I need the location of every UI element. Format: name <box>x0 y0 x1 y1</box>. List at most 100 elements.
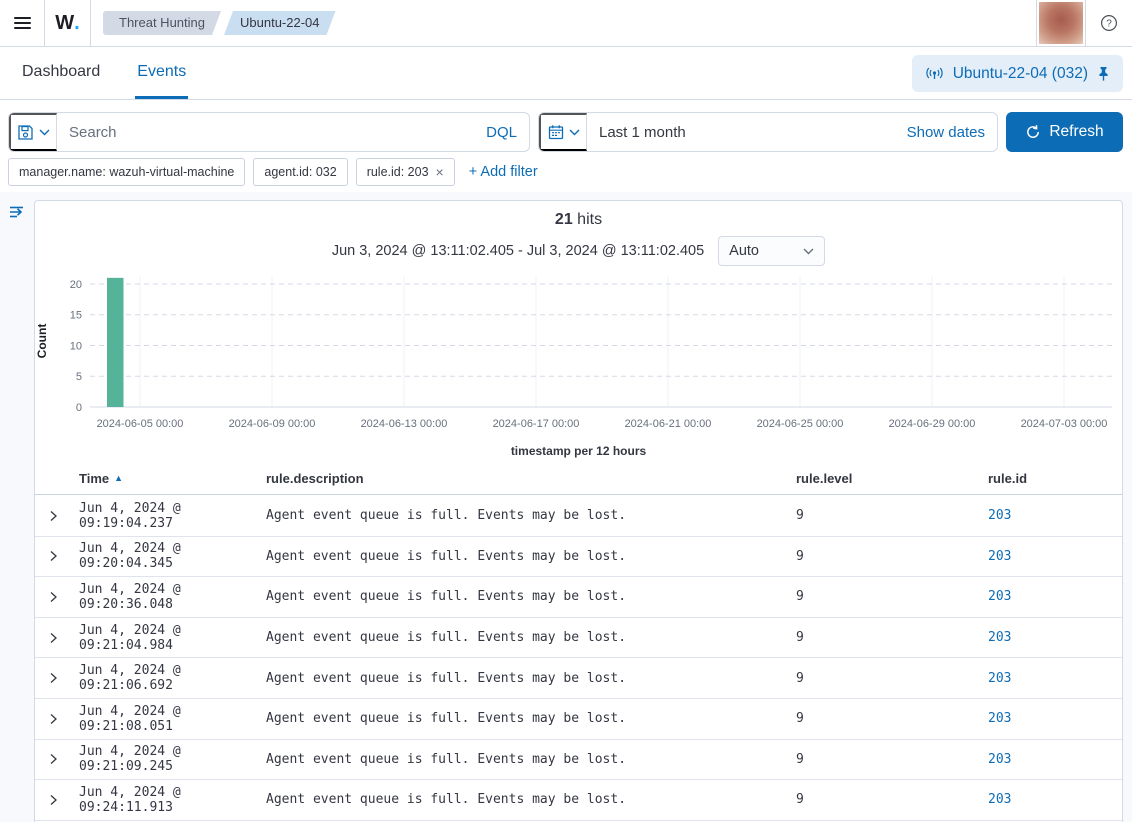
tab[interactable]: Events <box>135 47 189 99</box>
y-axis-title: Count <box>35 323 49 359</box>
row-description: Agent event queue is full. Events may be… <box>266 711 627 727</box>
expand-row-button[interactable] <box>48 550 59 562</box>
tab[interactable]: Dashboard <box>20 47 102 99</box>
svg-text:?: ? <box>1106 19 1112 30</box>
search-input[interactable] <box>57 123 475 141</box>
logo-dot: . <box>74 11 80 34</box>
agent-selector-chip[interactable]: Ubuntu-22-04 (032) <box>911 55 1123 92</box>
row-level: 9 <box>796 670 804 686</box>
refresh-icon <box>1027 125 1040 138</box>
row-time: Jun 4, 2024 @ 09:24:11.913 <box>79 784 181 815</box>
interval-select[interactable]: Auto <box>718 236 826 266</box>
row-level: 9 <box>796 508 804 524</box>
histogram-bar[interactable] <box>107 277 124 407</box>
events-panel: 21 hits Jun 3, 2024 @ 13:11:02.405 - Jul… <box>34 200 1123 822</box>
app-root: W. Threat Hunting Ubuntu-22-04 ? Dashboar… <box>0 0 1132 822</box>
expand-row-button[interactable] <box>48 753 59 765</box>
rule-id-link[interactable]: 203 <box>988 792 1011 807</box>
chevron-down-icon <box>803 248 814 254</box>
refresh-label: Refresh <box>1049 123 1104 140</box>
filter-pill[interactable]: rule.id: 203 × <box>355 158 455 186</box>
expand-row-button[interactable] <box>48 632 59 644</box>
hits-histogram: Count 2024-06-05 00:00 2024-06-09 00:00 20… <box>35 271 1123 436</box>
chevron-down-icon <box>569 129 579 135</box>
calendar-button[interactable] <box>539 113 587 151</box>
svg-text:10: 10 <box>70 340 82 352</box>
saved-queries-button[interactable] <box>9 113 57 151</box>
hits-count: 21 <box>554 211 573 228</box>
row-rule-id: 203 <box>954 549 1122 564</box>
row-time: Jun 4, 2024 @ 09:21:04.984 <box>79 622 181 653</box>
rule-id-link[interactable]: 203 <box>988 671 1011 686</box>
rule-id-link[interactable]: 203 <box>988 508 1011 523</box>
chevron-right-icon <box>50 510 57 521</box>
add-filter-button[interactable]: + Add filter <box>469 164 538 180</box>
breadcrumb-item[interactable]: Ubuntu-22-04 <box>224 11 336 35</box>
expand-row-button[interactable] <box>48 672 59 684</box>
interval-selected-value: Auto <box>729 243 760 259</box>
filter-pill[interactable]: agent.id: 032 <box>253 158 348 186</box>
chevron-down-icon <box>39 129 50 135</box>
histogram-svg: 2024-06-05 00:00 2024-06-09 00:00 2024-06-… <box>70 276 1112 430</box>
row-time: Jun 4, 2024 @ 09:21:08.051 <box>79 703 181 734</box>
breadcrumb: Threat Hunting Ubuntu-22-04 <box>103 0 336 46</box>
row-level: 9 <box>796 792 804 808</box>
filter-pill[interactable]: manager.name: wazuh-virtual-machine <box>8 158 246 186</box>
row-level: 9 <box>796 548 804 564</box>
chevron-right-icon <box>50 713 57 724</box>
content-area: 21 hits Jun 3, 2024 @ 13:11:02.405 - Jul… <box>0 192 1132 822</box>
expand-row-button[interactable] <box>48 510 59 522</box>
tab-bar: Dashboard Events Ubuntu-22-04 (032) <box>0 47 1132 100</box>
question-circle-icon: ? <box>1100 14 1118 32</box>
svg-text:5: 5 <box>76 371 82 383</box>
row-description: Agent event queue is full. Events may be… <box>266 630 627 646</box>
remove-filter-icon[interactable]: × <box>436 165 444 179</box>
refresh-button[interactable]: Refresh <box>1006 112 1123 152</box>
svg-text:2024-06-17 00:00: 2024-06-17 00:00 <box>493 418 580 430</box>
rule-id-link[interactable]: 203 <box>988 711 1011 726</box>
pin-icon[interactable] <box>1097 66 1110 82</box>
rule-id-link[interactable]: 203 <box>988 589 1011 604</box>
chevron-right-icon <box>50 754 57 765</box>
row-time: Jun 4, 2024 @ 09:21:06.692 <box>79 663 181 694</box>
agent-broadcast-icon <box>926 67 943 79</box>
row-level: 9 <box>796 630 804 646</box>
query-language-button[interactable]: DQL <box>474 124 529 141</box>
show-dates-button[interactable]: Show dates <box>895 124 997 141</box>
search-box: DQL <box>8 112 530 152</box>
column-header-description[interactable]: rule.description <box>251 471 761 486</box>
rule-id-link[interactable]: 203 <box>988 752 1011 767</box>
row-level: 9 <box>796 589 804 605</box>
hits-label: hits <box>577 211 603 228</box>
date-range-value[interactable]: Last 1 month <box>587 124 895 141</box>
svg-text:2024-06-21 00:00: 2024-06-21 00:00 <box>625 418 712 430</box>
hamburger-menu-button[interactable] <box>0 0 45 46</box>
tabs: Dashboard Events <box>20 47 189 99</box>
calendar-icon <box>548 125 563 140</box>
row-rule-id: 203 <box>954 711 1122 726</box>
chevron-right-icon <box>50 794 57 805</box>
chevron-right-icon <box>50 673 57 684</box>
table-row: Jun 4, 2024 @ 09:24:11.913 Agent event q… <box>35 780 1122 821</box>
help-button[interactable]: ? <box>1086 0 1132 46</box>
row-level: 9 <box>796 751 804 767</box>
column-header-id[interactable]: rule.id <box>954 471 1122 486</box>
expand-panel-icon <box>10 206 23 218</box>
table-row: Jun 4, 2024 @ 09:21:08.051 Agent event q… <box>35 699 1122 740</box>
column-header-time[interactable]: Time ▲ <box>67 471 251 486</box>
avatar[interactable] <box>1039 2 1083 44</box>
breadcrumb-item[interactable]: Threat Hunting <box>103 11 221 35</box>
logo-text: W <box>55 11 75 34</box>
column-header-level[interactable]: rule.level <box>761 471 954 486</box>
wazuh-logo[interactable]: W. <box>45 0 91 46</box>
rule-id-link[interactable]: 203 <box>988 549 1011 564</box>
sort-asc-icon: ▲ <box>114 473 124 483</box>
expand-row-button[interactable] <box>48 713 59 725</box>
expand-sidebar-button[interactable] <box>8 203 27 224</box>
row-description: Agent event queue is full. Events may be… <box>266 670 627 686</box>
agent-chip-label: Ubuntu-22-04 (032) <box>952 64 1088 82</box>
expand-row-button[interactable] <box>48 794 59 806</box>
row-time: Jun 4, 2024 @ 09:20:36.048 <box>79 581 181 612</box>
expand-row-button[interactable] <box>48 591 59 603</box>
rule-id-link[interactable]: 203 <box>988 630 1011 645</box>
